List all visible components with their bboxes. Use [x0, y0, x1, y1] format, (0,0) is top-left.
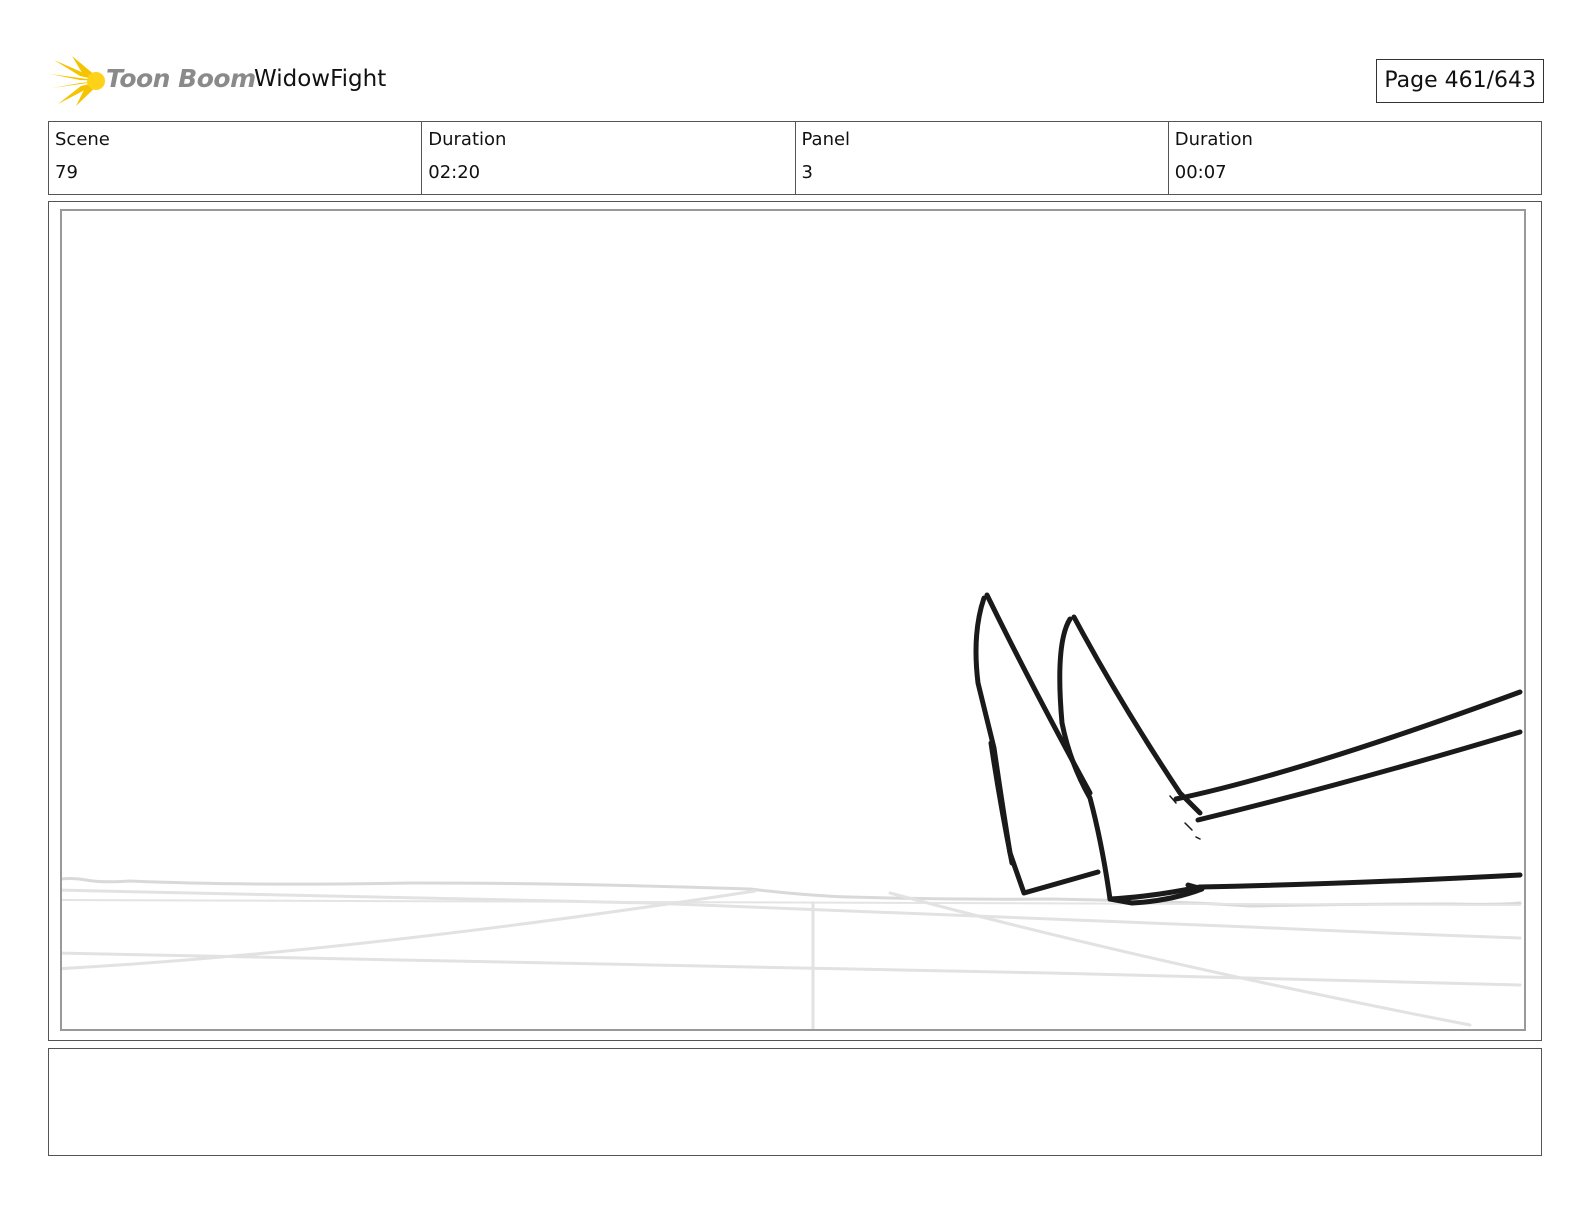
scene-duration-cell: Duration 02:20 [421, 122, 794, 194]
panel-value: 3 [801, 162, 813, 183]
logo-text: Toon Boom [106, 64, 256, 93]
scene-value: 79 [55, 162, 78, 183]
panel-notes-box [48, 1048, 1542, 1156]
project-title: WidowFight [254, 66, 387, 92]
scene-label: Scene [55, 129, 110, 150]
panel-duration-value: 00:07 [1174, 162, 1227, 183]
scene-duration-value: 02:20 [428, 162, 481, 183]
sketch-drawing [62, 592, 1523, 1029]
toon-boom-logo: Toon Boom [50, 54, 256, 108]
scene-duration-label: Duration [428, 129, 507, 150]
feet-sketch [973, 592, 1523, 906]
panel-label: Panel [801, 129, 851, 150]
flame-burst-icon [50, 56, 105, 106]
sketch-detail-marks [1169, 795, 1201, 840]
panel-cell: Panel 3 [794, 122, 1168, 194]
panel-duration-cell: Duration 00:07 [1167, 122, 1541, 194]
storyboard-panel-image [60, 209, 1526, 1031]
storyboard-panel-frame [48, 201, 1542, 1041]
floor-guide-lines [62, 877, 1522, 1029]
scene-cell: Scene 79 [49, 122, 421, 194]
page-indicator: Page 461/643 [1376, 59, 1544, 103]
scene-info-table: Scene 79 Duration 02:20 Panel 3 Duration… [48, 121, 1542, 195]
storyboard-header: Toon Boom WidowFight Page 461/643 [48, 54, 1544, 110]
panel-duration-label: Duration [1174, 129, 1253, 150]
